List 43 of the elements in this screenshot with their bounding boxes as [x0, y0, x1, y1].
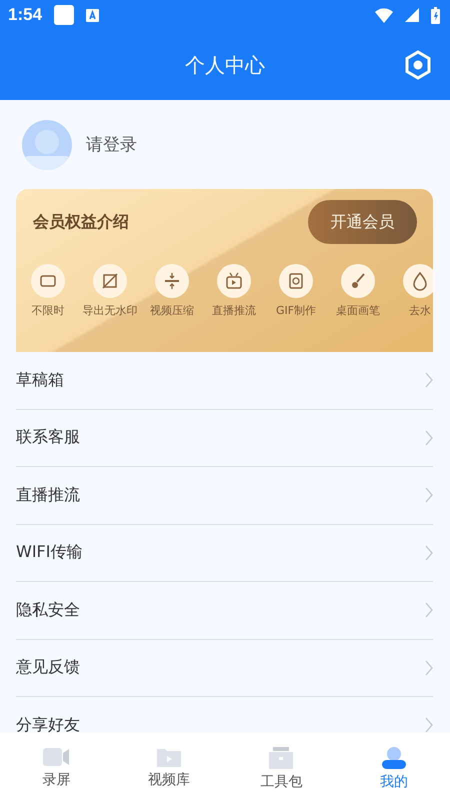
battery-icon: [431, 6, 440, 24]
app-notification-icon: [86, 8, 100, 22]
chevron-right-icon: [425, 487, 433, 504]
perk-label: 去水: [409, 303, 431, 318]
video-camera-icon: [43, 747, 70, 767]
tab[interactable]: 视频库: [112, 733, 225, 800]
page-title: 个人中心: [185, 52, 265, 78]
login-link[interactable]: 请登录: [86, 133, 137, 156]
card-title: 会员权益介绍: [33, 212, 129, 232]
brush-icon: [341, 264, 375, 298]
chevron-right-icon: [425, 430, 433, 446]
drop-icon: [403, 264, 433, 298]
chevron-right-icon: [425, 717, 433, 733]
toolbox-icon: [269, 747, 294, 769]
menu-item[interactable]: 隐私安全: [16, 582, 433, 640]
square-icon: [54, 5, 74, 25]
perk-label: GIF制作: [276, 303, 316, 318]
tab[interactable]: 录屏: [0, 733, 112, 800]
menu-item[interactable]: 意见反馈: [16, 640, 433, 697]
chevron-right-icon: [425, 660, 433, 676]
wifi-icon: [375, 8, 393, 22]
perk-label: 直播推流: [212, 303, 256, 318]
join-vip-button[interactable]: 开通会员: [308, 200, 417, 244]
chevron-right-icon: [425, 544, 433, 561]
perk-label: 视频压缩: [150, 303, 194, 318]
menu-item[interactable]: 联系客服: [16, 410, 433, 467]
chevron-right-icon: [425, 602, 433, 618]
settings-button[interactable]: [404, 50, 432, 80]
signal-icon: [405, 8, 419, 22]
tab[interactable]: 我的: [338, 733, 450, 800]
folder-icon: [156, 747, 181, 767]
tv-icon: [217, 264, 251, 298]
menu-item[interactable]: 草稿箱: [16, 352, 433, 410]
compress-icon: [155, 264, 189, 298]
perk-label: 桌面画笔: [336, 303, 380, 318]
status-time: 1:54: [8, 5, 42, 25]
chevron-right-icon: [425, 372, 433, 388]
person-icon: [382, 747, 406, 769]
perk-label: 导出无水印: [82, 303, 138, 318]
perk-label: 不限时: [32, 303, 64, 318]
tab[interactable]: 工具包: [225, 733, 338, 800]
menu-item[interactable]: WIFI传输: [16, 524, 433, 582]
menu-item[interactable]: 直播推流: [16, 467, 433, 524]
